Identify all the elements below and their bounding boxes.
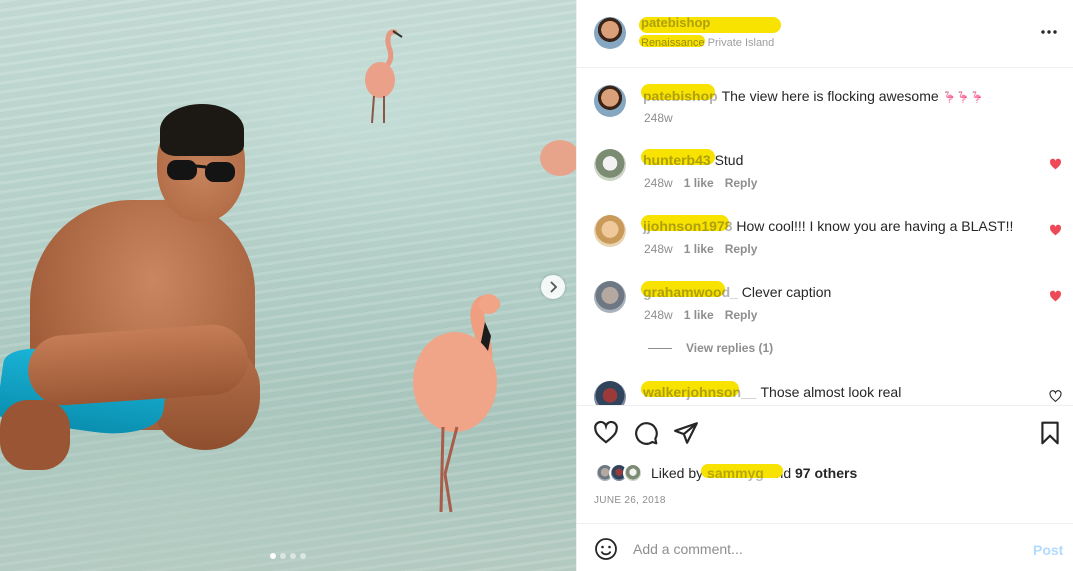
comments-list[interactable]: patebishop The view here is flocking awe… xyxy=(577,69,1073,405)
comment-username[interactable]: grahamwood_ xyxy=(641,281,742,300)
comment-time: 248w xyxy=(644,308,673,322)
post-button[interactable]: Post xyxy=(1033,542,1063,558)
reply-button[interactable]: Reply xyxy=(725,242,758,256)
comment-icon[interactable] xyxy=(633,420,659,446)
comment-likes[interactable]: 1 like xyxy=(684,176,714,190)
post-actions: Liked by sammyg and 97 others JUNE 26, 2… xyxy=(577,405,1073,523)
post-date: JUNE 26, 2018 xyxy=(594,495,666,506)
flamingo-back xyxy=(365,29,403,124)
view-replies-button[interactable]: View replies (1) xyxy=(648,341,773,355)
carousel-next-button[interactable] xyxy=(541,275,565,299)
heart-icon[interactable] xyxy=(1049,224,1062,237)
avatar[interactable] xyxy=(594,281,626,313)
post-side-panel: patebishop Renaissance Private Island pa… xyxy=(576,0,1073,571)
avatar[interactable] xyxy=(594,381,626,405)
avatar[interactable] xyxy=(594,149,626,181)
comment-text: hunterb43 Stud xyxy=(641,149,1033,169)
carousel-dots xyxy=(270,553,306,559)
flamingo-edge xyxy=(540,140,576,176)
reply-button[interactable]: Reply xyxy=(725,176,758,190)
liked-by-row[interactable]: Liked by sammyg and 97 others xyxy=(595,463,857,483)
comment-username[interactable]: jjohnson1978 xyxy=(641,215,736,234)
liked-by-text[interactable]: Liked by sammyg and 97 others xyxy=(651,464,857,481)
heart-outline-icon[interactable] xyxy=(1049,390,1062,403)
sunglasses xyxy=(167,160,235,182)
bookmark-icon[interactable] xyxy=(1037,420,1063,446)
heart-icon[interactable] xyxy=(1049,290,1062,303)
flamingo-front xyxy=(413,294,500,513)
header-username[interactable]: patebishop xyxy=(639,15,781,33)
chevron-right-icon xyxy=(550,281,558,293)
header-location[interactable]: Renaissance Private Island xyxy=(639,35,774,49)
comment-likes[interactable]: 1 like xyxy=(684,308,714,322)
carousel-dot xyxy=(300,553,306,559)
comment-meta: 248w 1 like Reply xyxy=(644,242,757,256)
add-comment-bar: Post xyxy=(577,523,1073,571)
comment-username[interactable]: hunterb43 xyxy=(641,149,715,168)
comment-meta: 248w 1 like Reply xyxy=(644,176,757,190)
reply-button[interactable]: Reply xyxy=(725,308,758,322)
caption-text: patebishop The view here is flocking awe… xyxy=(641,84,1033,107)
comment-input[interactable] xyxy=(633,537,1013,561)
man-lower-leg xyxy=(0,400,70,470)
comment-text: jjohnson1978 How cool!!! I know you are … xyxy=(641,215,1033,235)
liker-avatar xyxy=(623,463,643,483)
comment-text: walkerjohnson__ Those almost look real xyxy=(641,381,1033,401)
divider-line xyxy=(648,347,672,349)
heart-icon[interactable] xyxy=(593,420,619,446)
likes-count[interactable]: 97 others xyxy=(795,465,857,481)
comment-likes[interactable]: 1 like xyxy=(684,242,714,256)
comment-text: grahamwood_ Clever caption xyxy=(641,281,1033,301)
carousel-dot xyxy=(270,553,276,559)
comment-time: 248w xyxy=(644,176,673,190)
post-photo[interactable] xyxy=(0,0,576,571)
smiley-icon[interactable] xyxy=(594,537,618,561)
carousel-dot xyxy=(280,553,286,559)
comment-meta: 248w 1 like Reply xyxy=(644,308,757,322)
avatar[interactable] xyxy=(594,85,626,117)
heart-icon[interactable] xyxy=(1049,158,1062,171)
comment-time: 248w xyxy=(644,111,673,125)
avatar[interactable] xyxy=(594,17,626,49)
man-hair xyxy=(160,104,244,156)
avatar[interactable] xyxy=(594,215,626,247)
caption-username[interactable]: patebishop xyxy=(641,84,722,104)
comment-time: 248w xyxy=(644,242,673,256)
comment-username[interactable]: walkerjohnson__ xyxy=(641,381,760,400)
carousel-dot xyxy=(290,553,296,559)
view-replies-label: View replies (1) xyxy=(686,341,774,355)
caption-meta: 248w xyxy=(644,111,673,125)
send-icon[interactable] xyxy=(673,420,699,446)
more-horizontal-icon[interactable] xyxy=(1039,24,1059,40)
post-header: patebishop Renaissance Private Island xyxy=(577,0,1073,68)
